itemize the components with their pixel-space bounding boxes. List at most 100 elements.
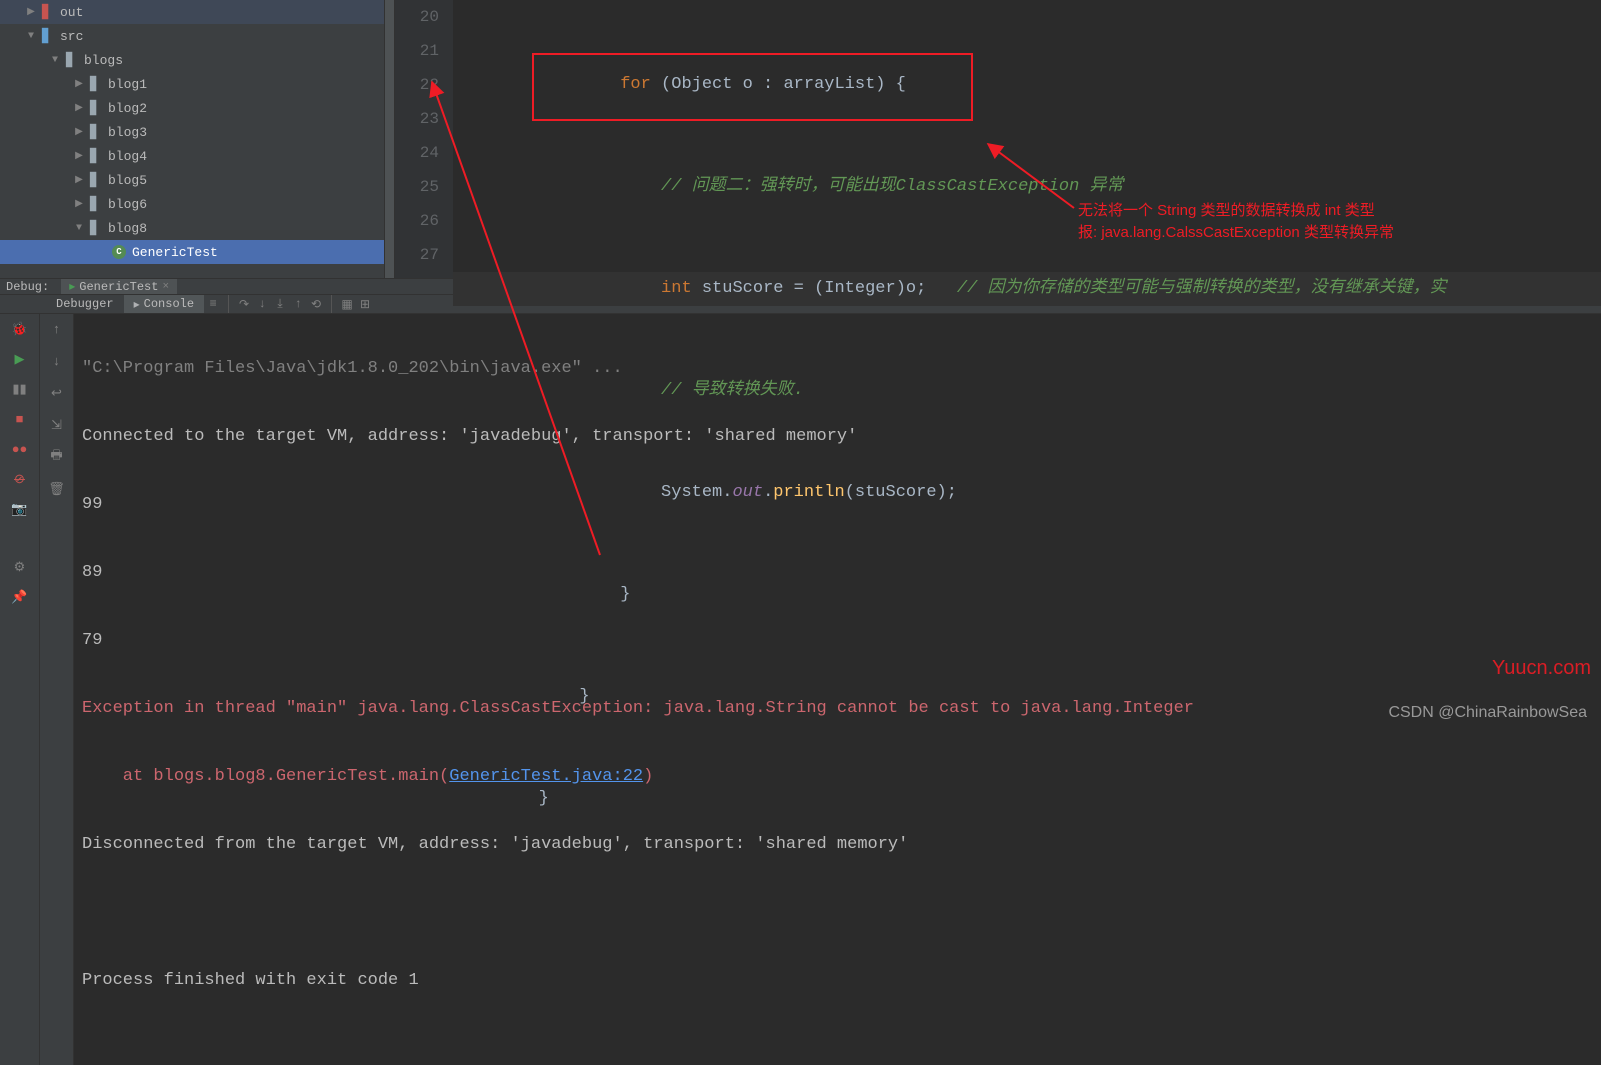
class-icon: C	[110, 243, 128, 261]
filter-icon[interactable]: ≡	[204, 297, 222, 311]
code-line: System.out.println(stuScore);	[453, 476, 1601, 510]
tree-item-blog6[interactable]: ▶▋ blog6	[0, 192, 394, 216]
tree-item-src[interactable]: ▼▋src	[0, 24, 394, 48]
tree-label: GenericTest	[132, 245, 218, 260]
code-line: // 问题二：强转时，可能出现ClassCastException 异常	[453, 170, 1601, 204]
folder-icon: ▋	[38, 3, 56, 21]
folder-icon: ▋	[86, 123, 104, 141]
pin-icon[interactable]: 📌	[9, 586, 31, 608]
gutter: 20 21 22 23 24 25 26 27	[395, 0, 453, 278]
console-line	[82, 896, 1601, 930]
tree-label: blog3	[108, 125, 147, 140]
code-line: // 导致转换失败.	[453, 374, 1601, 408]
chevron-down-icon: ▼	[72, 223, 86, 234]
up-icon[interactable]: ↑	[46, 318, 68, 340]
console-icon: ▸	[134, 297, 140, 312]
console-line: Process finished with exit code 1	[82, 964, 1601, 998]
drop-frame-icon[interactable]: ⟲	[307, 297, 325, 312]
tab-debugger[interactable]: Debugger	[46, 295, 124, 313]
rerun-icon[interactable]: 🐞	[9, 318, 31, 340]
tree-label: blog5	[108, 173, 147, 188]
line-number: 24	[395, 136, 439, 170]
folder-icon: ▋	[62, 51, 80, 69]
project-tree[interactable]: ▶▋out ▼▋src ▼▋blogs ▶▋blog1 ▶▋blog2 ▶▋bl…	[0, 0, 395, 278]
separator	[228, 295, 229, 313]
folder-icon: ▋	[86, 171, 104, 189]
tree-item-blog1[interactable]: ▶▋ blog1	[0, 72, 394, 96]
tree-label: out	[60, 5, 83, 20]
tree-item-blog3[interactable]: ▶▋ blog3	[0, 120, 394, 144]
tree-label: blog2	[108, 101, 147, 116]
pause-icon[interactable]: ▮▮	[9, 378, 31, 400]
line-number: 23	[395, 102, 439, 136]
camera-icon[interactable]: 📷	[9, 498, 31, 520]
tree-item-blog2[interactable]: ▶▋ blog2	[0, 96, 394, 120]
tree-label: blog4	[108, 149, 147, 164]
tree-label: src	[60, 29, 83, 44]
code-line: for (Object o : arrayList) {	[453, 68, 1601, 102]
csdn-credit: CSDN @ChinaRainbowSea	[1388, 704, 1587, 722]
stop-icon[interactable]: ■	[9, 408, 31, 430]
code-area[interactable]: for (Object o : arrayList) { // 问题二：强转时，…	[453, 0, 1601, 278]
trash-icon[interactable]: 🗑	[46, 478, 68, 500]
tab-console[interactable]: ▸Console	[124, 295, 204, 313]
annotation-text: 无法将一个 String 类型的数据转换成 int 类型 报: java.lan…	[1078, 200, 1394, 244]
separator	[331, 295, 332, 313]
scroll-icon[interactable]: ⇲	[46, 414, 68, 436]
chevron-down-icon: ▼	[24, 31, 38, 42]
folder-icon: ▋	[86, 75, 104, 93]
tree-item-blogs[interactable]: ▼▋ blogs	[0, 48, 394, 72]
code-line-current: int stuScore = (Integer)o; // 因为你存储的类型可能…	[453, 272, 1601, 306]
print-icon[interactable]: 🖶	[46, 446, 68, 468]
scrollbar[interactable]	[384, 0, 394, 278]
chevron-right-icon: ▶	[72, 198, 86, 210]
code-editor[interactable]: 20 21 22 23 24 25 26 27 for (Object o : …	[395, 0, 1601, 278]
console-toolbar: ↑ ↓ ↩ ⇲ 🖶 🗑	[40, 314, 74, 1065]
evaluate-icon[interactable]: ⊞	[356, 297, 374, 312]
tree-item-blog4[interactable]: ▶▋ blog4	[0, 144, 394, 168]
folder-icon: ▋	[86, 219, 104, 237]
wrap-icon[interactable]: ↩	[46, 382, 68, 404]
tree-item-generictest[interactable]: C GenericTest	[0, 240, 394, 264]
step-out-icon[interactable]: ↑	[289, 297, 307, 311]
debug-tab-generictest[interactable]: ▸ GenericTest ×	[61, 279, 177, 294]
chevron-right-icon: ▶	[72, 174, 86, 186]
console-line: Disconnected from the target VM, address…	[82, 828, 1601, 862]
folder-icon: ▋	[86, 99, 104, 117]
chevron-down-icon: ▼	[48, 55, 62, 66]
settings-icon[interactable]: ⚙	[9, 556, 31, 578]
line-number: 22	[395, 68, 439, 102]
tree-item-out[interactable]: ▶▋ out	[0, 0, 394, 24]
tree-label: blog8	[108, 221, 147, 236]
run-icon: ▸	[69, 279, 75, 294]
chevron-right-icon: ▶	[72, 78, 86, 90]
force-step-icon[interactable]: ⤓	[271, 297, 289, 311]
debug-title: Debug:	[6, 280, 49, 294]
tree-item-blog5[interactable]: ▶▋ blog5	[0, 168, 394, 192]
chevron-right-icon: ▶	[72, 150, 86, 162]
tree-item-blog8[interactable]: ▼▋ blog8	[0, 216, 394, 240]
breakpoints-icon[interactable]: ●●	[9, 438, 31, 460]
run-to-cursor-icon[interactable]: ▦	[338, 297, 356, 312]
chevron-right-icon: ▶	[72, 126, 86, 138]
line-number: 25	[395, 170, 439, 204]
tree-label: blog6	[108, 197, 147, 212]
chevron-right-icon: ▶	[24, 6, 38, 18]
chevron-right-icon: ▶	[72, 102, 86, 114]
folder-icon: ▋	[86, 147, 104, 165]
line-number: 26	[395, 204, 439, 238]
step-into-icon[interactable]: ↓	[253, 297, 271, 311]
down-icon[interactable]: ↓	[46, 350, 68, 372]
folder-icon: ▋	[86, 195, 104, 213]
code-line: }	[453, 578, 1601, 612]
close-icon[interactable]: ×	[162, 281, 169, 293]
code-line: }	[453, 782, 1601, 816]
debug-left-toolbar: 🐞 ▶ ▮▮ ■ ●● ⊘ 📷 ⚙ 📌	[0, 314, 40, 1065]
tree-label: blogs	[84, 53, 123, 68]
line-number: 27	[395, 238, 439, 272]
resume-icon[interactable]: ▶	[9, 348, 31, 370]
mute-breakpoints-icon[interactable]: ⊘	[9, 468, 31, 490]
tree-label: blog1	[108, 77, 147, 92]
debug-tab-label: GenericTest	[79, 280, 158, 294]
step-over-icon[interactable]: ↷	[235, 297, 253, 312]
